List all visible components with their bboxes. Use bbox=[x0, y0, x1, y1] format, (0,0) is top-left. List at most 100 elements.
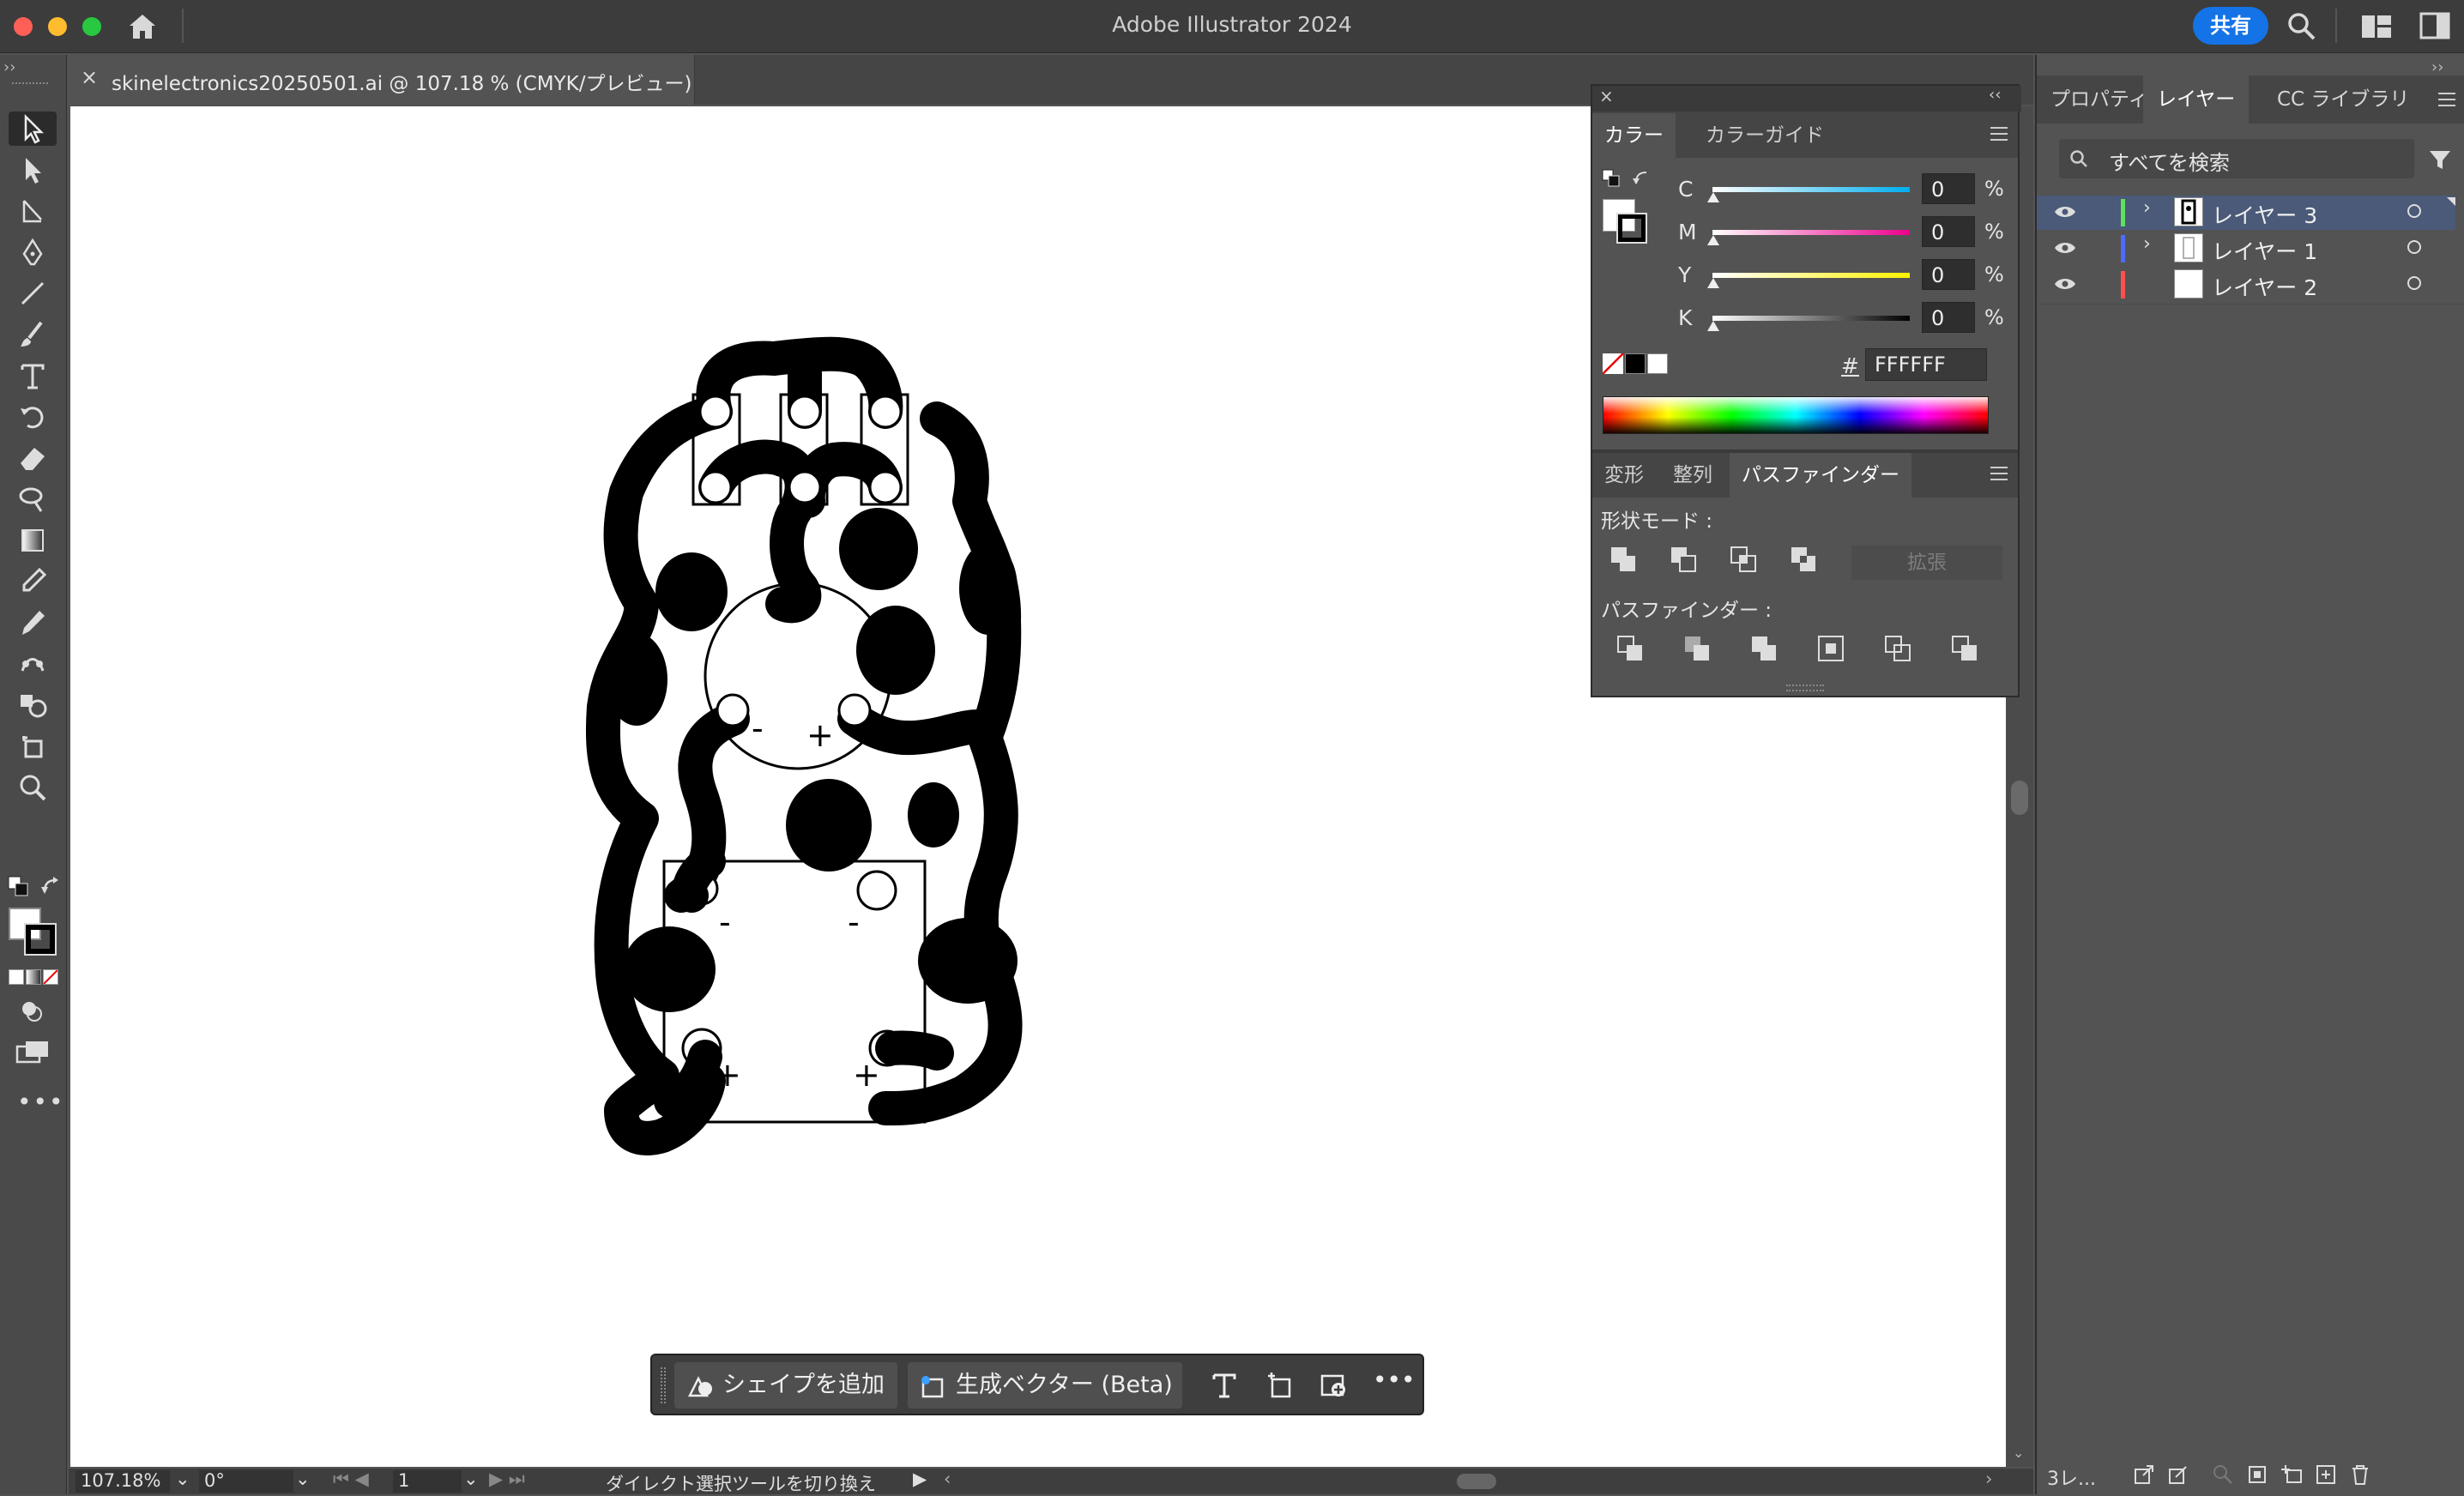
trace-battery-minus[interactable] bbox=[672, 844, 726, 913]
pad-9[interactable] bbox=[918, 918, 1018, 1004]
channel-c-slider[interactable] bbox=[1712, 187, 1910, 192]
tab-transform[interactable]: 変形 bbox=[1592, 453, 1656, 498]
black-swatch[interactable] bbox=[1625, 353, 1646, 374]
battery-pad[interactable] bbox=[856, 870, 897, 911]
trim-icon[interactable] bbox=[1682, 633, 1712, 664]
tab-align[interactable]: 整列 bbox=[1661, 453, 1724, 498]
pad-7[interactable] bbox=[908, 782, 959, 848]
channel-k-value[interactable]: 0 bbox=[1922, 302, 1975, 333]
pad-8[interactable] bbox=[623, 926, 716, 1012]
rotation-dropdown-icon[interactable]: ⌄ bbox=[295, 1469, 311, 1489]
text-icon[interactable] bbox=[1210, 1371, 1239, 1400]
gradient-tool[interactable] bbox=[9, 523, 57, 558]
panel-menu-icon[interactable] bbox=[2438, 93, 2455, 106]
selection-tool[interactable] bbox=[9, 112, 57, 146]
warp-tool[interactable] bbox=[9, 482, 57, 516]
white-swatch[interactable] bbox=[1647, 353, 1668, 374]
image-add-icon[interactable] bbox=[1320, 1371, 1349, 1400]
symbol-tool[interactable] bbox=[9, 729, 57, 763]
workspace-switcher-icon[interactable] bbox=[2361, 14, 2392, 39]
pad-1[interactable] bbox=[655, 552, 728, 631]
expand-chevron-icon[interactable]: › bbox=[2143, 197, 2151, 219]
stroke-swatch[interactable] bbox=[24, 923, 57, 956]
blend-tool[interactable] bbox=[9, 647, 57, 681]
divide-icon[interactable] bbox=[1615, 633, 1646, 664]
layer-search-input[interactable]: すべてを検索 bbox=[2059, 139, 2414, 178]
paintbrush-tool[interactable] bbox=[9, 317, 57, 352]
gradient-mode-swatch[interactable] bbox=[26, 969, 41, 985]
pen-tool[interactable] bbox=[9, 235, 57, 269]
color-spectrum[interactable] bbox=[1603, 396, 1989, 434]
pad-6[interactable] bbox=[786, 779, 872, 872]
intersect-icon[interactable] bbox=[1728, 544, 1759, 575]
via[interactable] bbox=[698, 395, 733, 429]
artboard-nav-next-icon[interactable]: ▶ ⏭ bbox=[489, 1469, 525, 1490]
outline-icon[interactable] bbox=[1882, 633, 1913, 664]
collapse-dock-icon[interactable]: ›› bbox=[2431, 58, 2443, 76]
slider-thumb-icon[interactable] bbox=[1707, 192, 1719, 202]
visibility-eye-icon[interactable] bbox=[2054, 276, 2076, 292]
channel-y-value[interactable]: 0 bbox=[1922, 259, 1975, 290]
layer-row-1[interactable]: › レイヤー 1 bbox=[2037, 232, 2455, 266]
crop-icon[interactable] bbox=[1815, 633, 1846, 664]
minus-front-icon[interactable] bbox=[1668, 544, 1699, 575]
rotation-field[interactable]: 0° bbox=[199, 1470, 293, 1493]
pad-5[interactable] bbox=[606, 633, 667, 726]
artboard-field[interactable]: 1 bbox=[393, 1470, 462, 1493]
slider-thumb-icon[interactable] bbox=[1707, 321, 1719, 331]
screen-mode-icon[interactable] bbox=[15, 1040, 50, 1064]
share-button[interactable]: 共有 bbox=[2193, 7, 2268, 45]
visibility-eye-icon[interactable] bbox=[2054, 240, 2076, 256]
layer-row-2[interactable]: レイヤー 2 bbox=[2037, 268, 2455, 302]
new-layer-icon[interactable] bbox=[2315, 1463, 2337, 1486]
delete-layer-icon[interactable] bbox=[2349, 1463, 2371, 1486]
horizontal-scroll-thumb[interactable] bbox=[1457, 1474, 1496, 1489]
grip-icon[interactable] bbox=[12, 82, 48, 86]
artboard-dropdown-icon[interactable]: ⌄ bbox=[463, 1469, 479, 1489]
swap-colors-icon[interactable] bbox=[39, 875, 62, 897]
locate-object-icon[interactable] bbox=[2212, 1463, 2234, 1486]
generative-vector-button[interactable]: 生成ベクター (Beta) bbox=[908, 1362, 1182, 1409]
collapse-panel-icon[interactable]: ‹‹ bbox=[1989, 86, 2001, 104]
zoom-field[interactable]: 107.18% bbox=[75, 1470, 170, 1493]
via[interactable] bbox=[788, 470, 822, 504]
via[interactable] bbox=[698, 470, 733, 504]
expand-button[interactable]: 拡張 bbox=[1851, 546, 2002, 580]
search-icon[interactable] bbox=[2286, 10, 2318, 43]
shape-builder-tool[interactable] bbox=[9, 688, 57, 722]
exclude-icon[interactable] bbox=[1788, 544, 1819, 575]
collect-export-icon[interactable] bbox=[2167, 1463, 2189, 1486]
eraser-tool[interactable] bbox=[9, 441, 57, 475]
via[interactable] bbox=[788, 395, 822, 429]
panel-toggle-icon[interactable] bbox=[2419, 12, 2450, 39]
status-menu-icon[interactable]: ▶ bbox=[913, 1469, 927, 1489]
more-options-icon[interactable]: ••• bbox=[1373, 1366, 1416, 1394]
unite-icon[interactable] bbox=[1608, 544, 1639, 575]
layer-name[interactable]: レイヤー 1 bbox=[2212, 235, 2317, 266]
close-panel-icon[interactable]: × bbox=[1599, 86, 1614, 106]
eyedropper-tool[interactable] bbox=[9, 606, 57, 640]
channel-y-slider[interactable] bbox=[1712, 273, 1910, 278]
layer-target-icon[interactable] bbox=[2407, 204, 2421, 218]
tab-color-guide[interactable]: カラーガイド bbox=[1694, 113, 1836, 158]
tab-layers[interactable]: レイヤー bbox=[2143, 75, 2250, 124]
via[interactable] bbox=[837, 693, 872, 727]
trace-battery-plus-left[interactable] bbox=[654, 1040, 722, 1119]
add-shape-button[interactable]: シェイプを追加 bbox=[674, 1362, 897, 1409]
tab-pathfinder[interactable]: パスファインダー bbox=[1730, 453, 1911, 498]
collapse-toolbar-icon[interactable]: ›› bbox=[3, 58, 15, 76]
zoom-dropdown-icon[interactable]: ⌄ bbox=[175, 1469, 190, 1489]
more-tools-icon[interactable]: ••• bbox=[17, 1088, 65, 1116]
pad-3[interactable] bbox=[856, 606, 935, 695]
filter-icon[interactable] bbox=[2428, 148, 2452, 172]
resize-grip-icon[interactable] bbox=[1786, 685, 1824, 691]
scroll-down-icon[interactable]: ⌄ bbox=[2013, 1445, 2024, 1461]
direct-selection-tool[interactable] bbox=[9, 153, 57, 187]
via[interactable] bbox=[716, 693, 750, 727]
scroll-thumb[interactable] bbox=[2011, 781, 2028, 815]
channel-m-value[interactable]: 0 bbox=[1922, 216, 1975, 247]
trace-led-plus[interactable] bbox=[837, 702, 1002, 756]
channel-k-slider[interactable] bbox=[1712, 316, 1910, 321]
default-colors-icon[interactable] bbox=[7, 875, 31, 899]
rotate-tool[interactable] bbox=[9, 400, 57, 434]
